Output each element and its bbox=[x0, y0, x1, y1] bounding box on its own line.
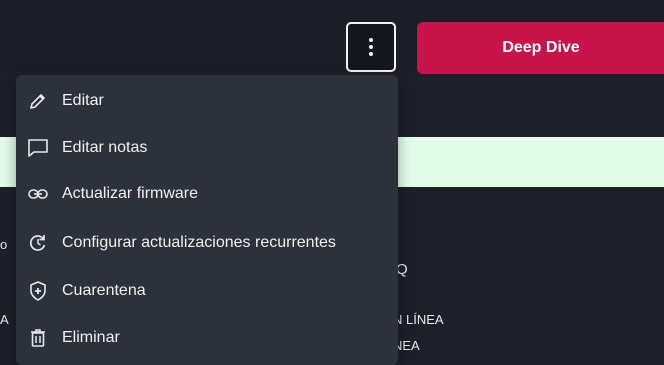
menu-item-configurar-actualizaciones[interactable]: Configurar actualizaciones recurrentes bbox=[16, 220, 398, 266]
status-text-1: N LÍNEA bbox=[393, 312, 444, 327]
menu-item-editar-notas[interactable]: Editar notas bbox=[16, 125, 398, 171]
more-options-button[interactable] bbox=[346, 22, 396, 72]
row-fragment-left: o bbox=[0, 237, 8, 252]
menu-item-label: Editar bbox=[62, 92, 104, 109]
shield-plus-icon bbox=[26, 279, 50, 303]
recurring-refresh-icon bbox=[26, 231, 50, 255]
pencil-icon bbox=[26, 89, 50, 113]
menu-item-label: Cuarentena bbox=[62, 282, 146, 299]
menu-item-label: Actualizar firmware bbox=[62, 185, 199, 202]
menu-item-eliminar[interactable]: Eliminar bbox=[16, 315, 398, 361]
deep-dive-button[interactable]: Deep Dive bbox=[417, 22, 664, 74]
chat-bubble-icon bbox=[26, 136, 50, 160]
row-fragment-left-2: A bbox=[0, 312, 9, 327]
vertical-ellipsis-icon bbox=[369, 38, 373, 56]
menu-item-label: Eliminar bbox=[62, 329, 120, 346]
menu-item-label: Editar notas bbox=[62, 139, 148, 156]
menu-item-label: Configurar actualizaciones recurrentes bbox=[62, 234, 336, 251]
menu-item-actualizar-firmware[interactable]: Actualizar firmware bbox=[16, 171, 398, 217]
link-icon bbox=[26, 182, 50, 206]
menu-item-editar[interactable]: Editar bbox=[16, 78, 398, 124]
top-bar: Deep Dive bbox=[0, 0, 664, 74]
actions-dropdown-menu: Editar Editar notas Actualizar firmware … bbox=[16, 75, 398, 365]
trash-icon bbox=[26, 326, 50, 350]
menu-item-cuarentena[interactable]: Cuarentena bbox=[16, 268, 398, 314]
